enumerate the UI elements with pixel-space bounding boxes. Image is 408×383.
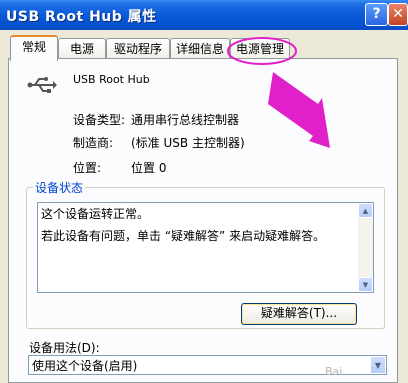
status-text-box[interactable]: 这个设备运转正常。 若此设备有问题，单击 “疑难解答” 来启动疑难解答。 ▲ ▼ bbox=[37, 202, 374, 293]
device-name: USB Root Hub bbox=[73, 73, 150, 86]
manufacturer-label: 制造商: bbox=[73, 136, 114, 150]
window-title: USB Root Hub 属性 bbox=[6, 9, 157, 25]
tab-power-management[interactable]: 电源管理 bbox=[230, 38, 290, 59]
close-button[interactable]: ✕ bbox=[388, 3, 408, 26]
help-button[interactable]: ? bbox=[365, 3, 388, 26]
chevron-down-icon[interactable]: ▼ bbox=[370, 356, 386, 374]
tab-strip: 常规 电源 驱动程序 详细信息 电源管理 bbox=[0, 30, 408, 61]
tab-general[interactable]: 常规 bbox=[10, 35, 58, 61]
device-usage-value: 使用这个设备(启用) bbox=[32, 359, 138, 373]
title-bar[interactable]: USB Root Hub 属性 ? ✕ bbox=[0, 0, 408, 30]
usb-icon bbox=[27, 77, 57, 93]
general-tab-panel: USB Root Hub 设备类型: 通用串行总线控制器 制造商: (标准 US… bbox=[8, 58, 398, 383]
scroll-up-button[interactable]: ▲ bbox=[358, 203, 373, 218]
status-hint: 若此设备有问题，单击 “疑难解答” 来启动疑难解答。 bbox=[41, 229, 326, 243]
scrollbar-track[interactable] bbox=[358, 218, 373, 277]
device-type-label: 设备类型: bbox=[73, 113, 126, 127]
status-message: 这个设备运转正常。 bbox=[41, 207, 150, 221]
tab-driver[interactable]: 驱动程序 bbox=[106, 38, 170, 59]
device-usage-label: 设备用法(D): bbox=[29, 341, 100, 355]
location-value: 位置 0 bbox=[131, 161, 167, 175]
device-type-value: 通用串行总线控制器 bbox=[131, 113, 240, 127]
device-status-title: 设备状态 bbox=[33, 179, 86, 196]
scroll-down-button[interactable]: ▼ bbox=[358, 277, 373, 292]
tab-power[interactable]: 电源 bbox=[58, 38, 106, 59]
watermark-text: Bai bbox=[325, 365, 343, 378]
manufacturer-value: (标准 USB 主控制器) bbox=[131, 136, 245, 150]
troubleshoot-button[interactable]: 疑难解答(T)... bbox=[241, 303, 357, 325]
tab-details[interactable]: 详细信息 bbox=[170, 38, 230, 59]
location-label: 位置: bbox=[73, 161, 102, 175]
